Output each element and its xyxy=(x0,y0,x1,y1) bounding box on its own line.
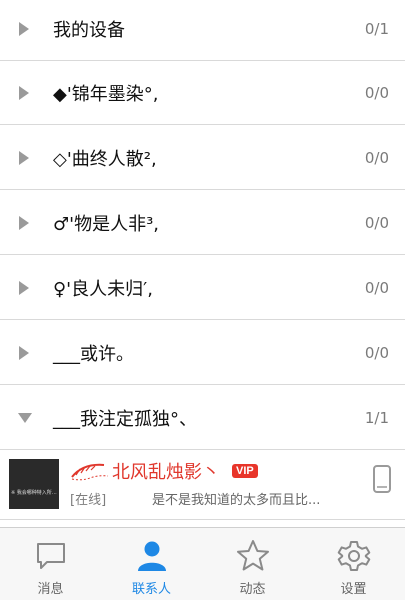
contact-name-line: 北风乱烛影丶 VIP xyxy=(70,459,258,483)
star-icon xyxy=(236,540,269,571)
group-row-quzhong[interactable]: ◇'曲终人散², 0/0 xyxy=(0,126,405,190)
feather-pen-icon xyxy=(71,463,109,481)
tab-feeds[interactable]: 动态 xyxy=(202,528,303,600)
group-row-my-devices[interactable]: 我的设备 0/1 xyxy=(0,0,405,61)
group-count: 0/0 xyxy=(364,83,389,102)
group-name: ♀'良人未归′, xyxy=(53,278,153,300)
group-name: ___我注定孤独°、 xyxy=(53,408,197,430)
avatar[interactable]: ※ 我会哪种特入所… xyxy=(9,459,59,509)
vip-badge: VIP xyxy=(232,464,258,478)
tab-label: 动态 xyxy=(239,582,266,597)
group-count: 0/0 xyxy=(364,343,389,362)
group-count: 0/1 xyxy=(364,19,389,38)
chevron-right-icon xyxy=(19,150,29,165)
group-name: ___或许。 xyxy=(53,343,134,365)
contact-name: 北风乱烛影丶 xyxy=(112,462,220,483)
tab-label: 联系人 xyxy=(131,582,171,597)
avatar-caption: ※ 我会哪种特入所… xyxy=(11,490,57,496)
contact-status: [在线] xyxy=(70,493,107,508)
group-row-wushi[interactable]: ♂'物是人非³, 0/0 xyxy=(0,191,405,255)
contacts-screen: 我的设备 0/1 ◆'锦年墨染°, 0/0 ◇'曲终人散², 0/0 ♂'物是人… xyxy=(0,0,405,600)
contact-row[interactable]: ※ 我会哪种特入所… 北风乱烛影丶 VIP [在线] 是不是我知道的太多而且比.… xyxy=(0,451,405,520)
bottom-tab-bar: 消息 联系人 动态 设置 xyxy=(0,527,405,600)
group-count: 1/1 xyxy=(364,408,389,427)
group-name: ◆'锦年墨染°, xyxy=(53,83,159,105)
contact-person-icon xyxy=(137,541,166,571)
chevron-right-icon xyxy=(19,21,29,36)
message-bubble-icon xyxy=(36,543,65,569)
group-count: 0/0 xyxy=(364,213,389,232)
group-name: 我的设备 xyxy=(53,19,125,41)
group-name: ◇'曲终人散², xyxy=(53,148,157,170)
tab-label: 消息 xyxy=(37,582,64,597)
group-count: 0/0 xyxy=(364,278,389,297)
tab-contacts[interactable]: 联系人 xyxy=(101,528,202,600)
group-row-liangren[interactable]: ♀'良人未归′, 0/0 xyxy=(0,256,405,320)
group-row-huoxu[interactable]: ___或许。 0/0 xyxy=(0,321,405,385)
group-name: ♂'物是人非³, xyxy=(53,213,160,235)
chevron-right-icon xyxy=(19,215,29,230)
chevron-down-icon xyxy=(18,412,32,423)
chevron-right-icon xyxy=(19,345,29,360)
tab-settings[interactable]: 设置 xyxy=(303,528,404,600)
tab-label: 设置 xyxy=(340,582,367,597)
tab-messages[interactable]: 消息 xyxy=(0,528,101,600)
gear-icon xyxy=(337,541,370,571)
chevron-right-icon xyxy=(19,280,29,295)
group-row-jinnian[interactable]: ◆'锦年墨染°, 0/0 xyxy=(0,61,405,125)
group-row-guduo[interactable]: ___我注定孤独°、 1/1 xyxy=(0,386,405,450)
group-count: 0/0 xyxy=(364,148,389,167)
contact-signature: 是不是我知道的太多而且比... xyxy=(152,493,321,508)
phone-icon xyxy=(373,465,391,493)
group-list: 我的设备 0/1 ◆'锦年墨染°, 0/0 ◇'曲终人散², 0/0 ♂'物是人… xyxy=(0,0,405,520)
chevron-right-icon xyxy=(19,85,29,100)
